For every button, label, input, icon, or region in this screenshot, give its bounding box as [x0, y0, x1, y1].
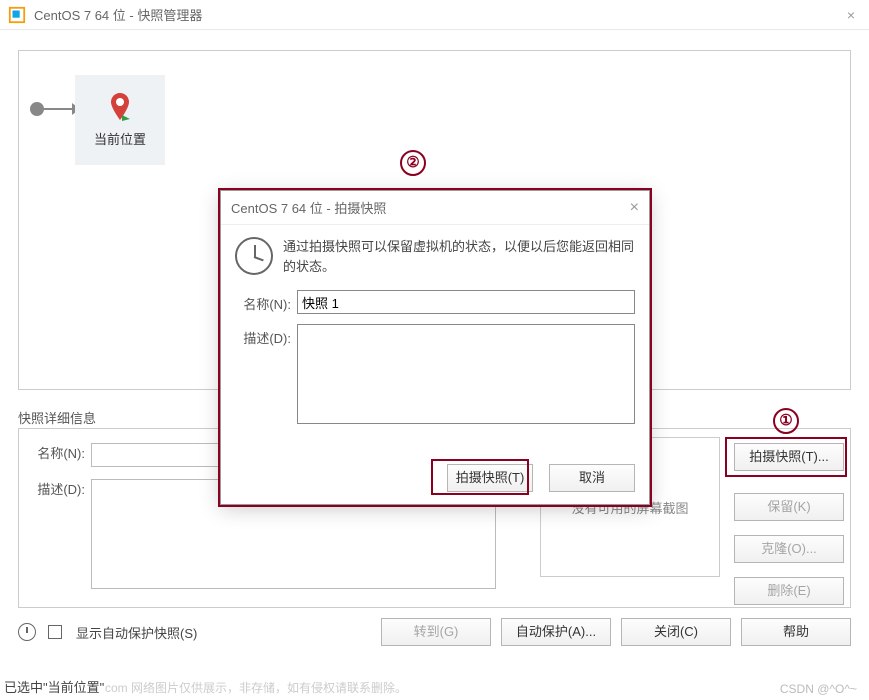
- annotation-number-2: ②: [400, 150, 426, 176]
- close-icon[interactable]: ×: [841, 7, 861, 23]
- dialog-desc-label: 描述(D):: [235, 324, 291, 347]
- autoprotect-button[interactable]: 自动保护(A)...: [501, 618, 611, 646]
- dialog-name-label: 名称(N):: [235, 290, 291, 313]
- dialog-cancel-button[interactable]: 取消: [549, 464, 635, 492]
- delete-button[interactable]: 删除(E): [734, 577, 844, 605]
- annotation-number-1: ①: [773, 408, 799, 434]
- watermark-right: CSDN @^O^~: [780, 682, 857, 696]
- dialog-titlebar: CentOS 7 64 位 - 拍摄快照 ×: [221, 191, 649, 225]
- detail-name-label: 名称(N):: [25, 443, 85, 462]
- keep-button[interactable]: 保留(K): [734, 493, 844, 521]
- history-icon[interactable]: [18, 623, 36, 641]
- watermark-left: com 网络图片仅供展示，非存储，如有侵权请联系删除。: [105, 679, 407, 696]
- dialog-close-icon[interactable]: ×: [630, 199, 639, 217]
- clone-button[interactable]: 克隆(O)...: [734, 535, 844, 563]
- timeline-line: [40, 108, 76, 110]
- current-position-label: 当前位置: [94, 129, 146, 148]
- detail-desc-label: 描述(D):: [25, 479, 85, 498]
- goto-button[interactable]: 转到(G): [381, 618, 491, 646]
- dialog-take-button[interactable]: 拍摄快照(T): [447, 464, 533, 492]
- clock-icon: [235, 237, 273, 275]
- dialog-title: CentOS 7 64 位 - 拍摄快照: [231, 198, 630, 217]
- take-snapshot-dialog: CentOS 7 64 位 - 拍摄快照 × 通过拍摄快照可以保留虚拟机的状态，…: [220, 190, 650, 505]
- dialog-info-text: 通过拍摄快照可以保留虚拟机的状态，以便以后您能返回相同的状态。: [283, 237, 635, 276]
- dialog-desc-textarea[interactable]: [297, 324, 635, 424]
- show-autoprotect-checkbox[interactable]: [48, 625, 62, 639]
- dialog-name-input[interactable]: [297, 290, 635, 314]
- help-button[interactable]: 帮助: [741, 618, 851, 646]
- vmware-logo-icon: [8, 6, 26, 24]
- bottom-bar: 显示自动保护快照(S) 转到(G) 自动保护(A)... 关闭(C) 帮助: [0, 612, 869, 652]
- status-text: 已选中"当前位置": [4, 677, 104, 696]
- current-position-node[interactable]: 当前位置: [75, 75, 165, 165]
- take-snapshot-button[interactable]: 拍摄快照(T)...: [734, 443, 844, 471]
- close-button[interactable]: 关闭(C): [621, 618, 731, 646]
- detail-section-title: 快照详细信息: [18, 408, 96, 427]
- show-autoprotect-label: 显示自动保护快照(S): [76, 623, 197, 642]
- location-pin-icon: [108, 93, 132, 123]
- titlebar: CentOS 7 64 位 - 快照管理器 ×: [0, 0, 869, 30]
- window-title: CentOS 7 64 位 - 快照管理器: [34, 5, 841, 24]
